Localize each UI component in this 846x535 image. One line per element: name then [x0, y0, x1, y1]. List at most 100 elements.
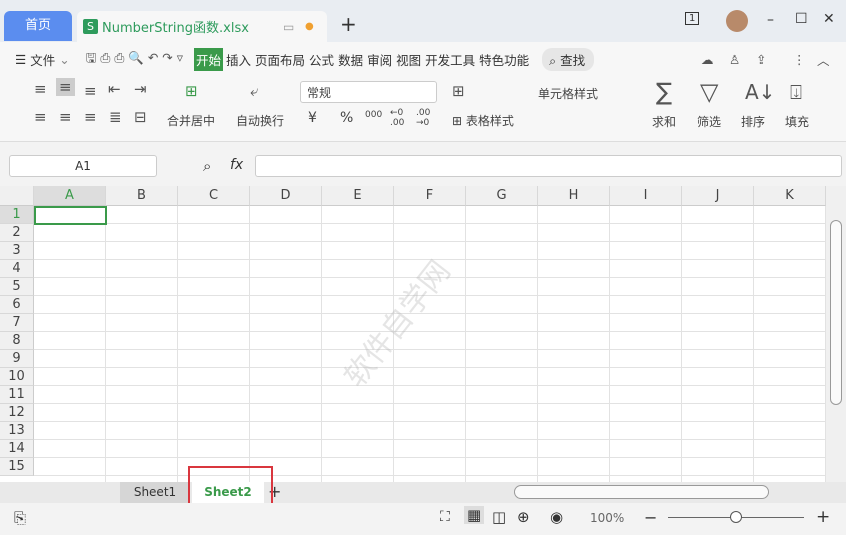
menu-start[interactable]: 开始: [194, 47, 224, 71]
macro-icon[interactable]: ⎘: [14, 509, 26, 527]
merge-center-button[interactable]: 合并居中: [167, 112, 215, 129]
zoom-slider-knob[interactable]: [730, 511, 742, 523]
sum-icon[interactable]: ∑: [656, 78, 672, 106]
quick-access-icons[interactable]: 🖫 ⎙ ⎙ 🔍 ↶ ↷ ▿: [85, 49, 184, 70]
menu-review[interactable]: 审阅: [366, 50, 393, 69]
window-count-badge[interactable]: 1: [685, 12, 700, 25]
zoom-out-button[interactable]: −: [644, 508, 657, 527]
column-header[interactable]: E: [322, 186, 394, 206]
column-header[interactable]: C: [178, 186, 250, 206]
menu-file[interactable]: 文件: [29, 50, 56, 69]
decrease-decimal-button[interactable]: .00 →0: [416, 108, 436, 128]
formula-input[interactable]: [255, 155, 842, 177]
new-tab-button[interactable]: +: [340, 12, 357, 36]
menu-view[interactable]: 视图: [395, 50, 422, 69]
row-header[interactable]: 6: [0, 296, 34, 314]
justify-icon[interactable]: ≣: [109, 108, 122, 126]
fullscreen-icon[interactable]: ⛶: [440, 509, 450, 525]
column-header[interactable]: H: [538, 186, 610, 206]
row-header[interactable]: 2: [0, 224, 34, 242]
collapse-icon[interactable]: ︿: [816, 50, 831, 69]
sort-button[interactable]: 排序: [741, 113, 765, 130]
border-icon[interactable]: ⊞: [452, 82, 465, 100]
row-header[interactable]: 5: [0, 278, 34, 296]
cloud-icon[interactable]: ☁: [700, 52, 715, 67]
fill-button[interactable]: 填充: [785, 113, 809, 130]
row-header[interactable]: 7: [0, 314, 34, 332]
vertical-scroll-thumb[interactable]: [830, 220, 842, 405]
hamburger-icon[interactable]: ☰: [14, 52, 27, 67]
align-top-icon[interactable]: ≡: [34, 80, 47, 98]
share-icon[interactable]: ⇪: [755, 52, 767, 67]
row-header[interactable]: 10: [0, 368, 34, 386]
column-header[interactable]: J: [682, 186, 754, 206]
number-format-select[interactable]: 常规: [300, 81, 437, 103]
row-header[interactable]: 15: [0, 458, 34, 476]
row-header[interactable]: 3: [0, 242, 34, 260]
table-style-button[interactable]: ⊞ 表格样式: [452, 112, 514, 129]
thousands-button[interactable]: 000: [365, 110, 382, 120]
zoom-select[interactable]: 100%: [590, 511, 624, 525]
column-header[interactable]: F: [394, 186, 466, 206]
align-middle-icon[interactable]: ≡: [56, 78, 75, 96]
eye-protect-icon[interactable]: ◉: [550, 508, 563, 526]
tab-file[interactable]: S NumberString函数.xlsx ▭ ●: [77, 11, 327, 42]
sheet-tab-sheet1[interactable]: Sheet1: [120, 482, 190, 503]
column-header[interactable]: A: [34, 186, 106, 206]
page-break-icon[interactable]: ⊕: [517, 508, 530, 526]
avatar[interactable]: [726, 10, 748, 32]
menu-developer[interactable]: 开发工具: [424, 50, 476, 69]
corner-select-all[interactable]: [0, 186, 34, 206]
wrap-text-button[interactable]: 自动换行: [236, 112, 284, 129]
cell-style-button[interactable]: 单元格样式: [538, 85, 598, 102]
column-header[interactable]: G: [466, 186, 538, 206]
row-header[interactable]: 9: [0, 350, 34, 368]
column-header[interactable]: D: [250, 186, 322, 206]
menu-formula[interactable]: 公式: [308, 50, 335, 69]
indent-increase-icon[interactable]: ⇥: [134, 80, 147, 98]
sort-icon[interactable]: A↓: [745, 80, 775, 104]
row-header[interactable]: 13: [0, 422, 34, 440]
row-header[interactable]: 8: [0, 332, 34, 350]
currency-button[interactable]: ¥: [308, 110, 317, 126]
fill-icon[interactable]: ⍗: [790, 80, 802, 104]
distributed-icon[interactable]: ⊟: [134, 108, 147, 126]
menu-data[interactable]: 数据: [337, 50, 364, 69]
monitor-icon[interactable]: ▭: [283, 20, 294, 34]
row-header[interactable]: 11: [0, 386, 34, 404]
filter-button[interactable]: 筛选: [697, 113, 721, 130]
more-icon[interactable]: ⋮: [792, 52, 807, 67]
normal-view-icon[interactable]: ▦: [464, 506, 485, 524]
share-user-icon[interactable]: ♙: [728, 52, 741, 67]
filter-icon[interactable]: ▽: [700, 78, 718, 106]
align-left-icon[interactable]: ≡: [34, 108, 47, 126]
align-center-icon[interactable]: ≡: [59, 108, 72, 126]
indent-decrease-icon[interactable]: ⇤: [108, 80, 121, 98]
percent-button[interactable]: %: [340, 110, 353, 126]
merge-icon[interactable]: ⊞: [185, 82, 198, 100]
close-button[interactable]: ✕: [823, 11, 835, 27]
horizontal-scrollbar[interactable]: [514, 485, 769, 499]
minimize-button[interactable]: –: [767, 12, 774, 28]
row-header[interactable]: 14: [0, 440, 34, 458]
menu-features[interactable]: 特色功能: [478, 50, 530, 69]
row-header[interactable]: 4: [0, 260, 34, 278]
search-button[interactable]: ⌕ 查找: [542, 47, 595, 71]
maximize-button[interactable]: ☐: [795, 11, 808, 27]
name-box[interactable]: A1: [9, 155, 157, 177]
column-header[interactable]: K: [754, 186, 826, 206]
zoom-in-button[interactable]: +: [816, 507, 830, 527]
menu-insert[interactable]: 插入: [225, 50, 252, 69]
sum-button[interactable]: 求和: [652, 113, 676, 130]
wrap-icon[interactable]: ⤶: [250, 82, 258, 100]
increase-decimal-button[interactable]: ←0 .00: [390, 108, 410, 128]
column-header[interactable]: I: [610, 186, 682, 206]
selected-cell-a1[interactable]: [34, 206, 107, 225]
column-header[interactable]: B: [106, 186, 178, 206]
row-header[interactable]: 1: [0, 206, 34, 224]
menu-page-layout[interactable]: 页面布局: [254, 50, 306, 69]
row-header[interactable]: 12: [0, 404, 34, 422]
page-view-icon[interactable]: ◫: [492, 508, 506, 526]
chevron-down-icon[interactable]: ⌄: [58, 52, 70, 67]
zoom-formula-icon[interactable]: ⌕: [203, 157, 211, 175]
